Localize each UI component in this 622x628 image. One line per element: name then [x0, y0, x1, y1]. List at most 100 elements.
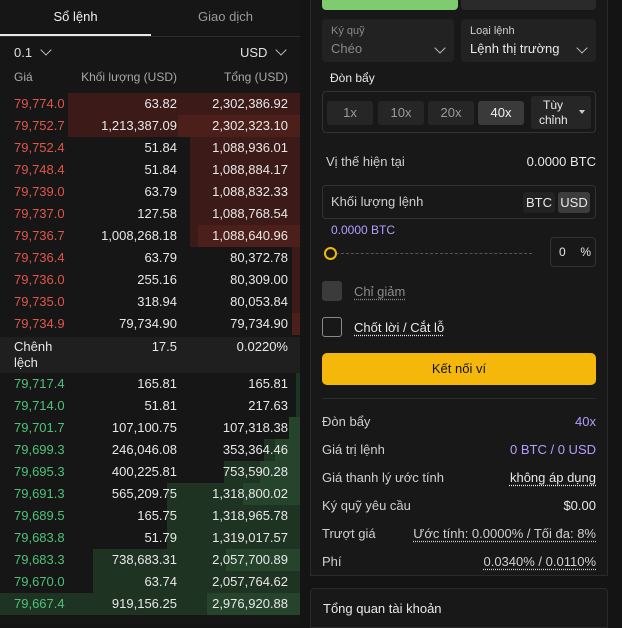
leverage-custom-line2: chỉnh: [539, 113, 568, 128]
tab-trades[interactable]: Giao dịch: [151, 0, 300, 36]
row-size: 107,100.75: [112, 417, 177, 439]
bid-row[interactable]: 79,701.7107,100.75107,318.38: [0, 417, 300, 439]
spread-percent: 0.0220%: [237, 339, 288, 354]
leverage-custom-select[interactable]: Tùy chỉnh: [531, 96, 591, 129]
bid-row[interactable]: 79,717.4165.81165.81: [0, 373, 300, 395]
percent-sign: %: [580, 245, 591, 259]
sell-tab-button[interactable]: [461, 0, 596, 10]
ask-row[interactable]: 79,774.063.822,302,386.92: [0, 93, 300, 115]
leverage-1x-button[interactable]: 1x: [327, 101, 373, 125]
leverage-20x-button[interactable]: 20x: [428, 101, 474, 125]
margin-mode-label: Ký quỹ: [331, 25, 365, 37]
row-size: 255.16: [137, 269, 177, 291]
row-total: 1,088,884.17: [212, 159, 288, 181]
bid-row[interactable]: 79,699.3246,046.08353,364.46: [0, 439, 300, 461]
row-size: 51.84: [144, 137, 177, 159]
bid-row[interactable]: 79,670.063.742,057,764.62: [0, 571, 300, 593]
bid-row[interactable]: 79,689.5165.751,318,965.78: [0, 505, 300, 527]
size-slider-track[interactable]: [336, 253, 532, 254]
order-size-input[interactable]: Khối lượng lệnh BTC USD: [322, 185, 596, 219]
row-size: 1,008,268.18: [101, 225, 177, 247]
row-total: 1,088,768.54: [212, 203, 288, 225]
row-total: 80,372.78: [230, 247, 288, 269]
leverage-40x-button[interactable]: 40x: [478, 101, 524, 125]
row-size: 565,209.75: [112, 483, 177, 505]
tp-sl-checkbox[interactable]: [322, 317, 342, 337]
bid-row[interactable]: 79,695.3 400,225.81 753,590.28: [0, 461, 300, 483]
reduce-only-checkbox[interactable]: [322, 281, 342, 301]
spread-value: 17.5: [152, 339, 177, 354]
summary-order-value-row: Giá trị lệnh 0 BTC / 0 USD: [322, 442, 596, 462]
tp-sl-label: Chốt lời / Cắt lỗ: [354, 320, 444, 335]
row-total: 2,057,700.89: [212, 549, 288, 571]
summary-fee-value: 0.0340% / 0.0110%: [483, 554, 596, 569]
summary-liquidation-label: Giá thanh lý ước tính: [322, 470, 444, 485]
row-price: 79,736.7: [14, 225, 65, 247]
bid-row[interactable]: 79,667.4919,156.252,976,920.88: [0, 593, 300, 615]
summary-liquidation-row: Giá thanh lý ước tính không áp dụng: [322, 470, 596, 490]
row-size: 400,225.81: [112, 461, 177, 483]
bid-row[interactable]: 79,714.051.81217.63: [0, 395, 300, 417]
reduce-only-label: Chỉ giảm: [354, 284, 405, 299]
ask-row[interactable]: 79,739.063.791,088,832.33: [0, 181, 300, 203]
row-price: 79,689.5: [14, 505, 65, 527]
summary-order-value-value: 0 BTC / 0 USD: [510, 442, 596, 457]
ask-row[interactable]: 79,736.7 1,008,268.18 1,088,640.96: [0, 225, 300, 247]
spread-label-line1: Chênh: [14, 339, 52, 355]
scrollbar[interactable]: [614, 0, 622, 624]
account-overview-title: Tổng quan tài khoản: [323, 601, 442, 616]
summary-margin-value: $0.00: [563, 498, 596, 513]
order-type-select[interactable]: Loại lệnh Lệnh thị trường: [461, 19, 596, 62]
row-size: 738,683.31: [112, 549, 177, 571]
order-type-value: Lệnh thị trường: [470, 41, 560, 56]
row-total: 80,309.00: [230, 269, 288, 291]
ask-row[interactable]: 79,735.0318.9480,053.84: [0, 291, 300, 313]
unit-usd-button[interactable]: USD: [558, 192, 590, 213]
tab-order-book[interactable]: Sổ lệnh: [0, 0, 151, 36]
ask-row[interactable]: 79,736.0255.1680,309.00: [0, 269, 300, 291]
account-overview-panel: Tổng quan tài khoản: [310, 588, 608, 628]
unit-select[interactable]: USD: [240, 42, 285, 64]
ask-row[interactable]: 79,752.71,213,387.092,302,323.10: [0, 115, 300, 137]
row-total: 79,734.90: [230, 313, 288, 335]
unit-btc-button[interactable]: BTC: [523, 192, 555, 213]
row-price: 79,734.9: [14, 313, 65, 335]
row-price: 79,739.0: [14, 181, 65, 203]
row-total: 1,319,017.57: [212, 527, 288, 549]
buy-tab-button[interactable]: [322, 0, 458, 10]
leverage-selector: 1x 10x 20x 40x Tùy chỉnh: [322, 91, 596, 133]
tick-size-select[interactable]: 0.1: [14, 42, 50, 64]
bid-row[interactable]: 79,683.851.791,319,017.57: [0, 527, 300, 549]
bid-row[interactable]: 79,691.3565,209.751,318,800.02: [0, 483, 300, 505]
size-bar: [289, 417, 300, 439]
row-total: 1,088,640.96: [212, 225, 288, 247]
size-slider-handle[interactable]: [324, 247, 337, 260]
depth-bar: [296, 395, 300, 417]
connect-wallet-button[interactable]: Kết nối ví: [322, 353, 596, 385]
percent-input[interactable]: 0 %: [550, 237, 596, 267]
chevron-down-icon: [434, 42, 445, 53]
row-total: 2,302,323.10: [212, 115, 288, 137]
spread-row: Chênh lệch 17.5 0.0220%: [0, 337, 300, 373]
ask-row[interactable]: 79,737.0127.581,088,768.54: [0, 203, 300, 225]
margin-mode-value: Chéo: [331, 41, 362, 56]
leverage-10x-button[interactable]: 10x: [378, 101, 424, 125]
row-price: 79,695.3: [14, 461, 65, 483]
ask-row[interactable]: 79,736.463.7980,372.78: [0, 247, 300, 269]
row-total: 753,590.28: [223, 461, 288, 483]
ask-row[interactable]: 79,734.979,734.9079,734.90: [0, 313, 300, 335]
summary-leverage-value: 40x: [575, 414, 596, 429]
row-size: 51.79: [144, 527, 177, 549]
order-type-label: Loại lệnh: [470, 25, 515, 37]
current-position-value: 0.0000 BTC: [527, 154, 596, 169]
bid-row[interactable]: 79,683.3738,683.312,057,700.89: [0, 549, 300, 571]
price-header: Giá: [14, 70, 33, 88]
ask-row[interactable]: 79,748.451.841,088,884.17: [0, 159, 300, 181]
size-header: Khối lượng (USD): [81, 70, 177, 88]
ask-row[interactable]: 79,752.451.841,088,936.01: [0, 137, 300, 159]
current-position-row: Vị thế hiện tại 0.0000 BTC: [322, 154, 596, 174]
row-size: 63.74: [144, 571, 177, 593]
margin-mode-select[interactable]: Ký quỹ Chéo: [322, 19, 454, 62]
percent-value: 0: [559, 245, 566, 259]
row-price: 79,714.0: [14, 395, 65, 417]
